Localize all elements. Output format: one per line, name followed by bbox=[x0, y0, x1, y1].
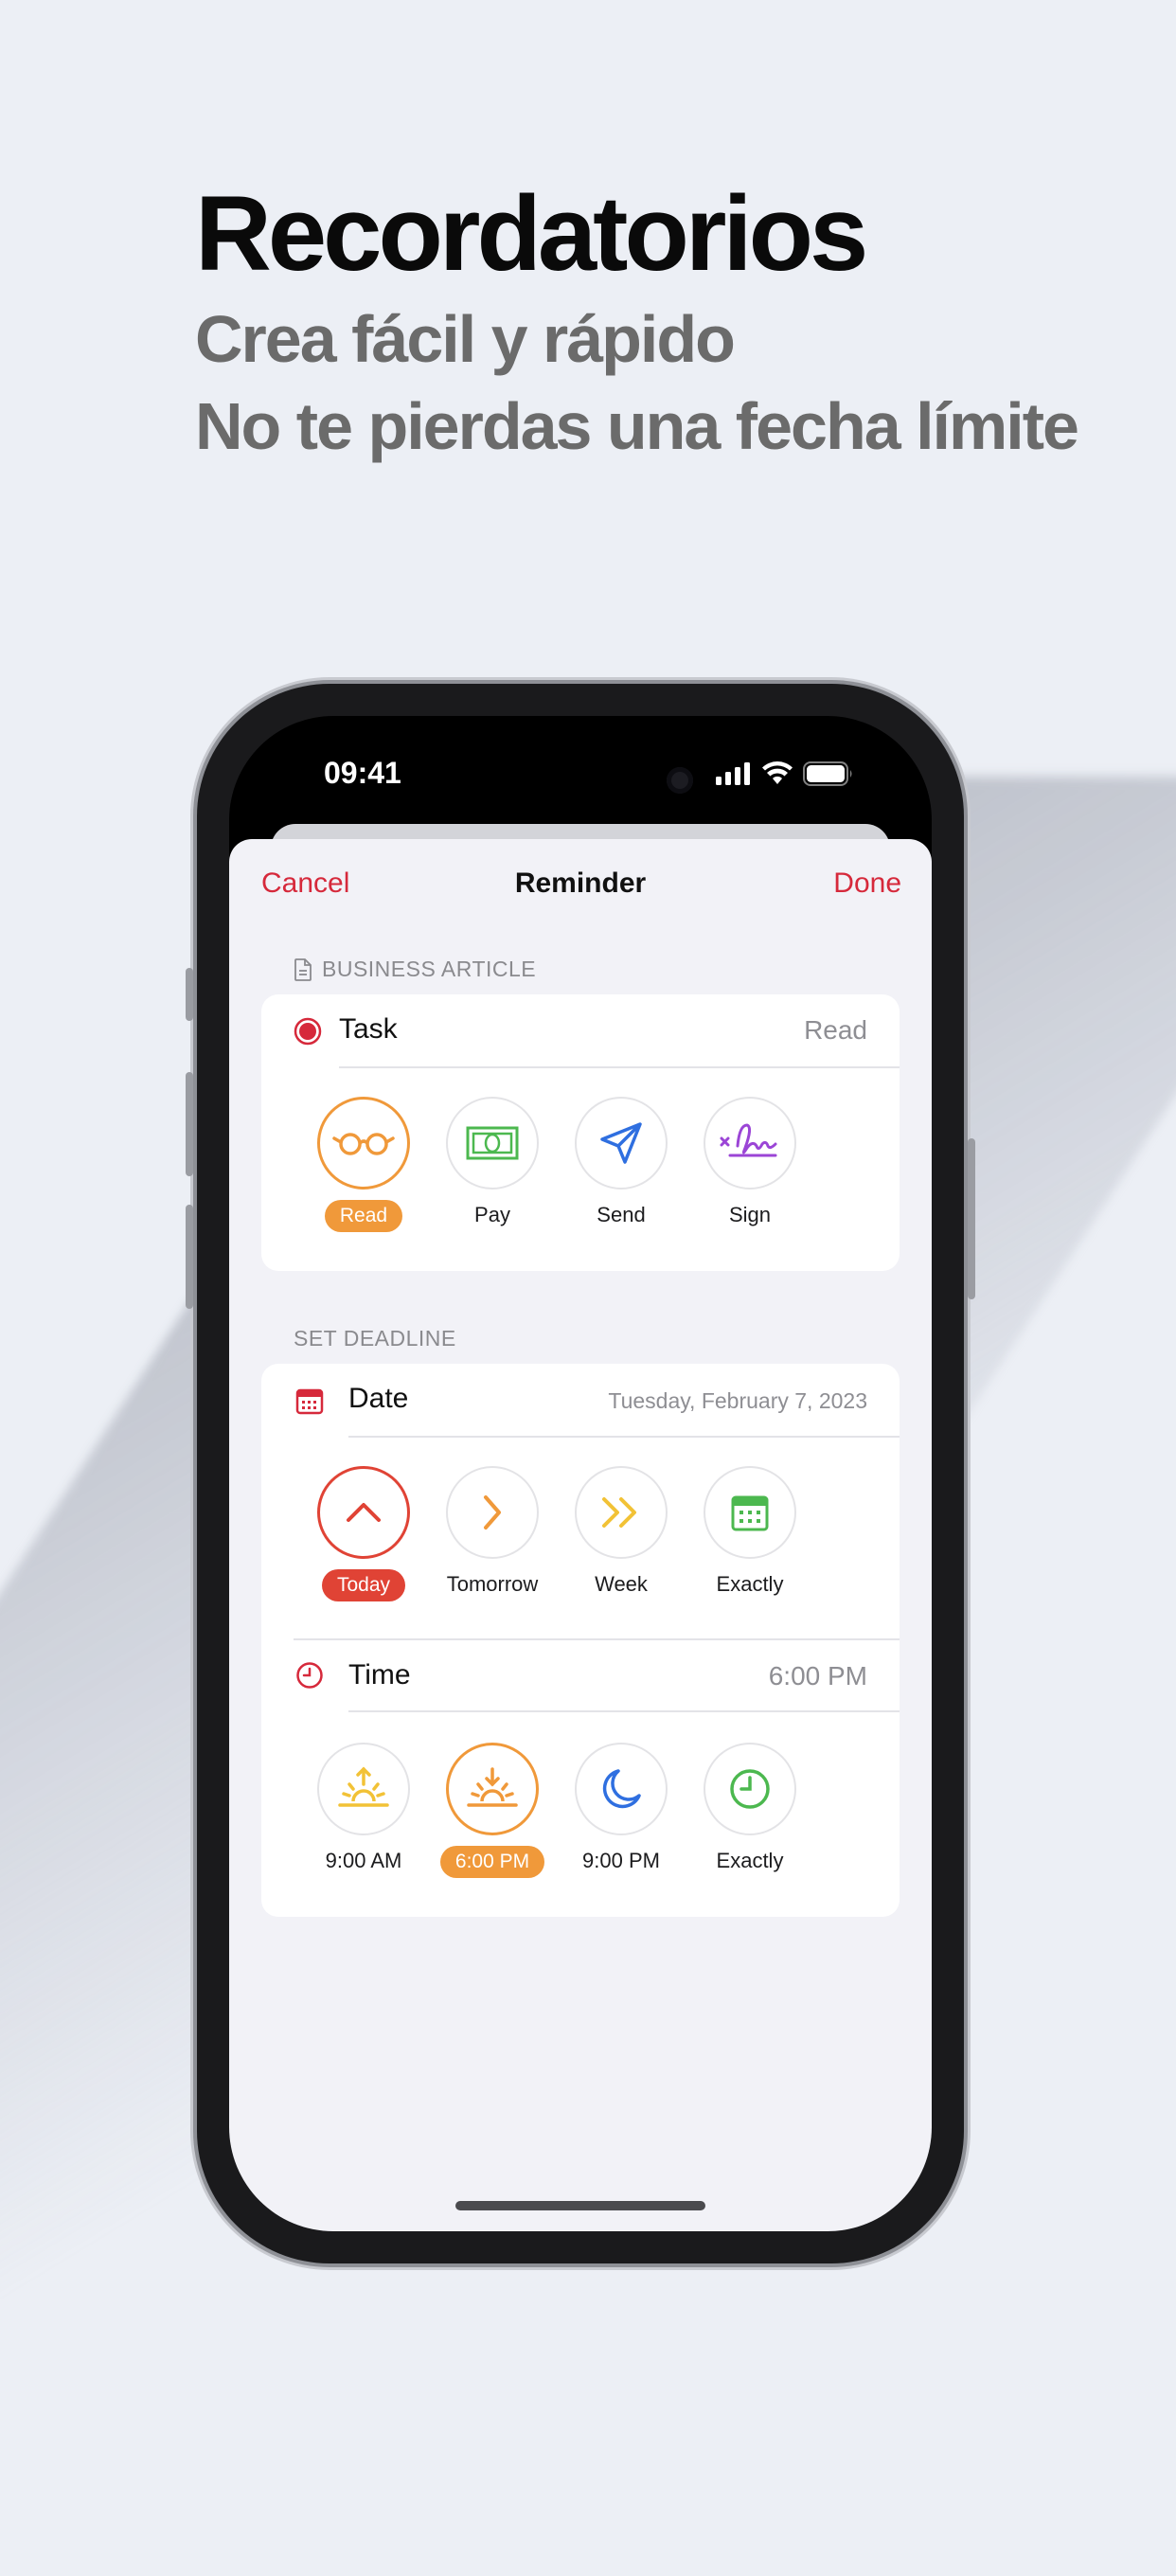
record-dot-icon bbox=[294, 1017, 322, 1046]
date-options: Today Tomorrow Week Exactly bbox=[299, 1466, 900, 1601]
time-option-exactly[interactable]: Exactly bbox=[686, 1743, 814, 1877]
nav-title: Reminder bbox=[514, 868, 647, 899]
moon-icon bbox=[602, 1769, 641, 1809]
phone-screen: 09:41 Cancel Reminder Done BUSINESS ARTI… bbox=[229, 716, 932, 2231]
nav-bar: Cancel Reminder Done bbox=[229, 839, 932, 930]
action-sign[interactable]: Sign bbox=[686, 1097, 814, 1231]
action-send[interactable]: Send bbox=[557, 1097, 686, 1231]
calendar-icon bbox=[295, 1388, 324, 1415]
chip-label: Exactly bbox=[716, 1849, 784, 1872]
headline-title: Recordatorios bbox=[195, 174, 868, 293]
chip-label: 6:00 PM bbox=[439, 1846, 545, 1878]
date-option-today[interactable]: Today bbox=[299, 1466, 428, 1601]
reminder-sheet: Cancel Reminder Done BUSINESS ARTICLE Ta… bbox=[229, 839, 932, 2231]
task-actions: Read Pay Send Sign bbox=[299, 1097, 900, 1232]
status-bar: 09:41 bbox=[229, 716, 932, 820]
phone-frame: 09:41 Cancel Reminder Done BUSINESS ARTI… bbox=[186, 684, 975, 2263]
paper-plane-icon bbox=[600, 1122, 642, 1164]
date-row[interactable]: Date Tuesday, February 7, 2023 bbox=[261, 1364, 900, 1436]
date-value: Tuesday, February 7, 2023 bbox=[608, 1388, 867, 1413]
time-option-9am[interactable]: 9:00 AM bbox=[299, 1743, 428, 1877]
deadline-card: Date Tuesday, February 7, 2023 Today Tom… bbox=[261, 1364, 900, 1917]
chip-label: Read bbox=[324, 1200, 403, 1232]
signal-icon bbox=[716, 762, 750, 785]
date-option-exactly[interactable]: Exactly bbox=[686, 1466, 814, 1601]
sunset-icon bbox=[467, 1767, 518, 1807]
section-label-text: BUSINESS ARTICLE bbox=[322, 957, 537, 981]
date-label: Date bbox=[348, 1383, 409, 1414]
chip-label: 9:00 AM bbox=[325, 1849, 402, 1872]
section-set-deadline: SET DEADLINE bbox=[294, 1326, 456, 1351]
divider bbox=[348, 1710, 900, 1712]
date-option-week[interactable]: Week bbox=[557, 1466, 686, 1601]
status-icons bbox=[716, 761, 854, 786]
time-option-9pm[interactable]: 9:00 PM bbox=[557, 1743, 686, 1877]
front-camera bbox=[667, 767, 693, 794]
volume-down-button bbox=[186, 1205, 193, 1309]
divider bbox=[339, 1066, 900, 1068]
chip-label: Today bbox=[321, 1569, 406, 1601]
chip-label: Pay bbox=[474, 1203, 510, 1226]
time-option-6pm[interactable]: 6:00 PM bbox=[428, 1743, 557, 1878]
headline: Recordatorios Crea fácil y rápido No te … bbox=[195, 172, 1079, 470]
chevron-up-icon bbox=[347, 1503, 381, 1522]
chip-label: Exactly bbox=[716, 1572, 784, 1596]
chip-label: 9:00 PM bbox=[582, 1849, 660, 1872]
task-row[interactable]: Task Read bbox=[261, 994, 900, 1066]
glasses-icon bbox=[332, 1133, 395, 1155]
chip-label: Sign bbox=[728, 1203, 772, 1226]
home-indicator[interactable] bbox=[455, 2201, 705, 2210]
status-time: 09:41 bbox=[324, 756, 401, 790]
document-icon bbox=[294, 957, 312, 981]
section-label-text: SET DEADLINE bbox=[294, 1326, 456, 1351]
task-card: Task Read Read Pay Send Sign bbox=[261, 994, 900, 1271]
chip-label: Send bbox=[597, 1203, 646, 1226]
battery-icon bbox=[803, 761, 852, 786]
time-label: Time bbox=[348, 1659, 411, 1690]
chevron-right-icon bbox=[484, 1495, 501, 1530]
task-label: Task bbox=[339, 1013, 398, 1045]
time-options: 9:00 AM 6:00 PM 9:00 PM Exactly bbox=[299, 1743, 900, 1878]
section-business-article: BUSINESS ARTICLE bbox=[294, 957, 536, 982]
chip-label: Week bbox=[595, 1572, 648, 1596]
date-option-tomorrow[interactable]: Tomorrow bbox=[428, 1466, 557, 1601]
wifi-icon bbox=[762, 761, 793, 784]
action-pay[interactable]: Pay bbox=[428, 1097, 557, 1231]
headline-subtitle-2: No te pierdas una fecha límite bbox=[195, 389, 1079, 463]
double-chevron-right-icon bbox=[602, 1497, 636, 1528]
task-value: Read bbox=[804, 1015, 867, 1045]
action-read[interactable]: Read bbox=[299, 1097, 428, 1232]
headline-subtitle-1: Crea fácil y rápido bbox=[195, 302, 736, 376]
power-button bbox=[968, 1138, 975, 1299]
time-row[interactable]: Time 6:00 PM bbox=[261, 1640, 900, 1712]
time-value: 6:00 PM bbox=[768, 1661, 867, 1690]
calendar-icon bbox=[731, 1495, 769, 1531]
sunrise-icon bbox=[338, 1766, 389, 1807]
mute-switch bbox=[186, 968, 193, 1021]
banknote-icon bbox=[466, 1126, 519, 1160]
clock-icon bbox=[730, 1769, 770, 1809]
done-button[interactable]: Done bbox=[833, 868, 901, 900]
chip-label: Tomorrow bbox=[446, 1572, 539, 1596]
volume-up-button bbox=[186, 1072, 193, 1176]
divider bbox=[348, 1436, 900, 1438]
clock-icon bbox=[296, 1662, 323, 1689]
signature-icon bbox=[720, 1123, 777, 1157]
